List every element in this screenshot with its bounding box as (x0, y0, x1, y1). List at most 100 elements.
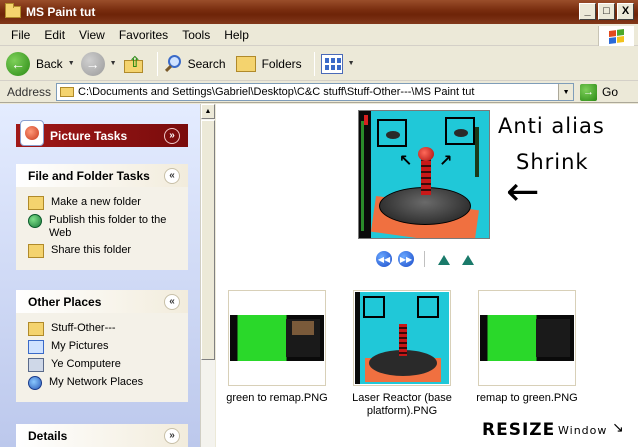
new-folder-icon (28, 196, 44, 210)
address-bar: Address C:\Documents and Settings\Gabrie… (0, 82, 638, 103)
resize-grip-icon[interactable]: ↘ (612, 420, 625, 436)
menu-file[interactable]: File (4, 28, 37, 42)
menu-tools[interactable]: Tools (175, 28, 217, 42)
file-tasks-panel: File and Folder Tasks « Make a new folde… (16, 164, 188, 270)
task-publish-folder[interactable]: Publish this folder to the Web (28, 214, 182, 240)
place-stuff-other[interactable]: Stuff-Other--- (28, 322, 182, 336)
address-path: C:\Documents and Settings\Gabriel\Deskto… (78, 86, 475, 98)
menu-help[interactable]: Help (217, 28, 256, 42)
thumbnail-image (480, 315, 574, 361)
folders-icon (235, 55, 256, 72)
views-icon (320, 53, 343, 74)
annotation-anti-alias: Anti alias (498, 114, 605, 138)
menu-favorites[interactable]: Favorites (112, 28, 175, 42)
file-tasks-header[interactable]: File and Folder Tasks « (16, 164, 188, 187)
picture-tasks-title: Picture Tasks (50, 128, 128, 143)
other-places-title: Other Places (28, 294, 102, 309)
place-my-computer[interactable]: Ye Computere (28, 358, 182, 372)
address-label: Address (7, 85, 52, 99)
file-name[interactable]: green to remap.PNG (217, 392, 337, 405)
file-name[interactable]: Laser Reactor (base platform).PNG (342, 392, 462, 418)
next-image-button[interactable]: ▶▶ (398, 251, 414, 267)
task-pane: Picture Tasks » File and Folder Tasks « … (0, 104, 200, 447)
task-pane-scrollbar[interactable]: ▲ (200, 104, 215, 447)
collapse-chevron-icon[interactable]: « (164, 293, 180, 310)
content-pane: ↖ ↗ Anti alias Shrink ← ◀◀ ▶▶ green to r… (216, 104, 638, 447)
back-arrow-icon: ← (6, 51, 30, 76)
maximize-button[interactable]: □ (598, 3, 615, 20)
windows-logo (598, 26, 634, 46)
folder-icon (5, 3, 21, 18)
thumbnail-image (355, 292, 449, 384)
folders-button[interactable]: Folders (235, 55, 302, 72)
menu-edit[interactable]: Edit (37, 28, 72, 42)
file-tasks-title: File and Folder Tasks (28, 168, 150, 183)
expand-chevron-icon[interactable]: » (164, 127, 180, 144)
other-places-header[interactable]: Other Places « (16, 290, 188, 313)
annotation-resize: RESIZE (482, 420, 556, 440)
my-pictures-icon (28, 340, 44, 354)
window-title: MS Paint tut (26, 5, 96, 19)
details-header[interactable]: Details » (16, 424, 188, 447)
menu-bar: File Edit View Favorites Tools Help (0, 24, 638, 46)
details-panel: Details » (16, 424, 188, 447)
collapse-chevron-icon[interactable]: « (164, 167, 180, 184)
file-thumbnail[interactable] (228, 290, 326, 386)
task-share-folder[interactable]: Share this folder (28, 244, 182, 258)
scrollbar-thumb[interactable] (201, 120, 215, 360)
address-dropdown-icon[interactable]: ▼ (558, 84, 574, 100)
details-title: Details (28, 428, 68, 443)
other-places-panel: Other Places « Stuff-Other--- My Picture… (16, 290, 188, 402)
place-label: My Network Places (49, 376, 144, 388)
views-dropdown-icon[interactable]: ▼ (348, 60, 355, 67)
picture-tasks-icon (20, 120, 44, 146)
folder-icon (28, 322, 44, 336)
go-button[interactable]: → Go (580, 83, 619, 101)
address-field[interactable]: C:\Documents and Settings\Gabriel\Deskto… (56, 83, 575, 101)
folder-icon (60, 87, 75, 97)
windows-flag-icon (609, 28, 624, 44)
folder-up-icon: ⇧ (123, 53, 145, 75)
search-icon (164, 54, 184, 74)
annotation-window: Window (558, 424, 608, 437)
forward-dropdown-icon[interactable]: ▼ (110, 60, 117, 67)
computer-icon (28, 358, 44, 372)
close-button[interactable]: X (617, 3, 634, 20)
task-label: Share this folder (51, 244, 132, 256)
menu-view[interactable]: View (72, 28, 112, 42)
file-thumbnail-selected[interactable] (353, 290, 451, 386)
rotate-clockwise-icon[interactable] (435, 252, 453, 266)
scroll-up-icon[interactable]: ▲ (201, 104, 215, 119)
file-thumbnail[interactable] (478, 290, 576, 386)
back-dropdown-icon[interactable]: ▼ (68, 60, 75, 67)
share-folder-icon (28, 244, 44, 258)
annotation-arrow-icon: ← (506, 169, 541, 215)
rotate-counterclockwise-icon[interactable] (459, 252, 477, 266)
search-label: Search (187, 56, 226, 71)
up-button[interactable]: ⇧ (123, 53, 145, 75)
go-arrow-icon: → (580, 83, 598, 101)
place-my-pictures[interactable]: My Pictures (28, 340, 182, 354)
place-label: Stuff-Other--- (51, 322, 116, 334)
picture-tasks-panel: Picture Tasks » (16, 120, 188, 147)
expand-chevron-icon[interactable]: » (164, 427, 180, 444)
task-make-new-folder[interactable]: Make a new folder (28, 196, 182, 210)
views-button[interactable]: ▼ (320, 53, 355, 74)
search-button[interactable]: Search (164, 54, 226, 74)
task-label: Make a new folder (51, 196, 141, 208)
forward-button[interactable]: → ▼ (80, 51, 117, 76)
go-label: Go (602, 85, 619, 99)
task-label: Publish this folder to the Web (49, 214, 167, 239)
place-label: My Pictures (51, 340, 109, 352)
title-bar: MS Paint tut _ □ X (0, 0, 638, 24)
network-icon (28, 376, 42, 390)
previous-image-button[interactable]: ◀◀ (376, 251, 392, 267)
publish-web-icon (28, 214, 42, 228)
picture-tasks-header[interactable]: Picture Tasks » (16, 120, 188, 147)
place-my-network[interactable]: My Network Places (28, 376, 182, 390)
image-preview[interactable]: ↖ ↗ (358, 110, 490, 239)
back-label: Back (36, 56, 63, 71)
minimize-button[interactable]: _ (579, 3, 596, 20)
file-name[interactable]: remap to green.PNG (467, 392, 587, 405)
back-button[interactable]: ← Back ▼ (6, 51, 75, 76)
